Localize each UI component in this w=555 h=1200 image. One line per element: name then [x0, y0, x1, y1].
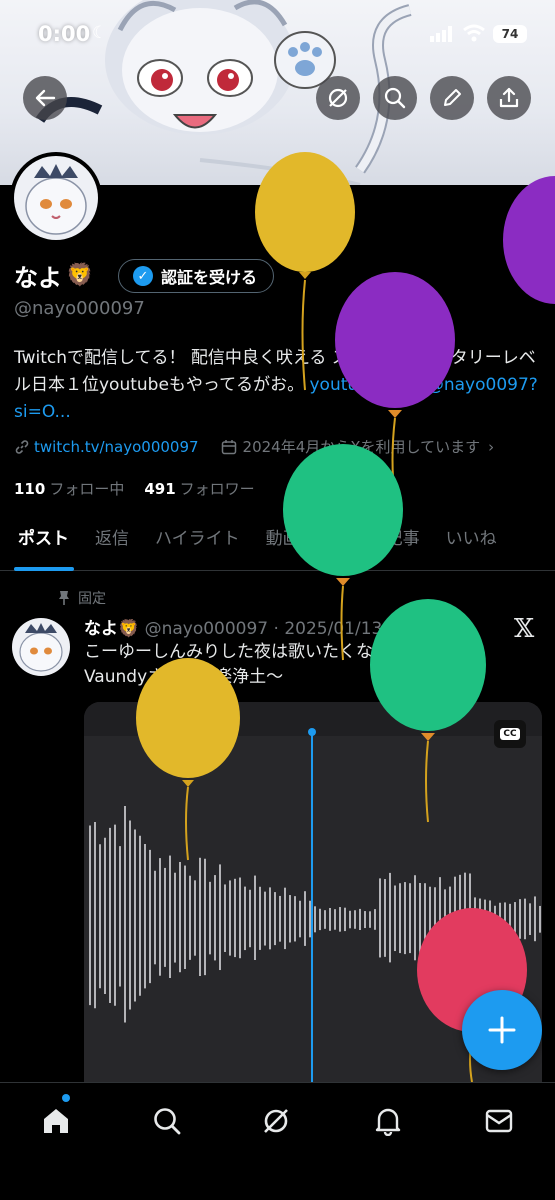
cc-icon: CC — [500, 728, 520, 740]
compose-post-button[interactable] — [462, 990, 542, 1070]
post-text-line: Vaundyさん〜極楽浄土〜 — [84, 667, 284, 687]
avatar-lion-image — [19, 623, 63, 672]
post-author-emoji: 🦁 — [118, 619, 140, 639]
profile-meta: twitch.tv/nayo000097 2024年4月からXを利用しています … — [14, 436, 494, 457]
signal-icon — [430, 26, 452, 42]
chevron-right-icon[interactable]: › — [488, 438, 494, 456]
post-handle-date: @nayo000097 · 2025/01/13 — [144, 619, 383, 639]
grok-button[interactable] — [316, 76, 360, 120]
pin-icon — [59, 591, 69, 605]
bottom-navigation — [0, 1082, 555, 1200]
display-name: なよ — [14, 264, 62, 292]
playhead-handle — [308, 728, 316, 736]
home-notification-dot — [62, 1094, 70, 1102]
link-icon — [15, 439, 29, 454]
wifi-icon — [463, 24, 485, 42]
avatar-lion-image — [25, 164, 87, 235]
profile-avatar[interactable] — [10, 152, 102, 244]
tab-posts[interactable]: ポスト — [0, 515, 82, 571]
post-author-name[interactable]: なよ — [84, 619, 118, 639]
lion-emoji: 🦁 — [66, 263, 94, 288]
profile-stats: 110 フォロー中 491 フォロワー — [14, 478, 255, 499]
pinned-label: 固定 — [78, 591, 106, 607]
search-icon — [384, 87, 406, 109]
back-button[interactable] — [23, 76, 67, 120]
tab-highlights[interactable]: ハイライト — [142, 515, 253, 571]
post-header: なよ🦁 @nayo000097 · 2025/01/13 — [84, 614, 382, 639]
bell-icon — [375, 1108, 401, 1136]
search-button[interactable] — [373, 76, 417, 120]
tab-likes[interactable]: いいね — [433, 515, 510, 571]
grok-icon — [264, 1109, 288, 1133]
post-text-line: こーゆーしんみりした夜は歌いたくなるよね… — [84, 642, 441, 662]
tab-replies[interactable]: 返信 — [82, 515, 142, 571]
verified-badge-icon: ✓ — [133, 266, 153, 286]
moon-icon: ☾ — [92, 23, 108, 43]
profile-handle: @nayo000097 — [14, 298, 145, 319]
search-icon — [154, 1108, 181, 1135]
share-icon — [499, 87, 519, 108]
pinned-indicator: 固定 — [58, 588, 106, 608]
tab-articles[interactable]: 記事 — [373, 515, 433, 571]
profile-name-row: なよ 🦁 — [14, 258, 93, 293]
tab-videos[interactable]: 動画 — [253, 515, 313, 571]
tab-images[interactable]: 画像 — [313, 515, 373, 571]
closed-captions-button[interactable]: CC — [494, 720, 526, 748]
following-link[interactable]: 110 フォロー中 — [14, 478, 124, 499]
nav-search[interactable] — [147, 1101, 187, 1141]
nav-notifications[interactable] — [368, 1101, 408, 1141]
edit-icon — [444, 89, 461, 106]
edit-button[interactable] — [430, 76, 474, 120]
mail-icon — [485, 1109, 513, 1133]
nav-messages[interactable] — [479, 1101, 519, 1141]
nav-home[interactable] — [36, 1101, 76, 1141]
back-arrow-icon — [35, 89, 56, 107]
nav-grok[interactable] — [256, 1101, 296, 1141]
post-author-avatar[interactable] — [12, 618, 70, 676]
balloon-purple-2 — [503, 176, 555, 304]
share-button[interactable] — [487, 76, 531, 120]
get-verified-label: 認証を受ける — [161, 268, 258, 287]
battery-indicator: 74 — [493, 25, 527, 43]
profile-bio: Twitchで配信してる！ 配信中良く吠える スモルダーマスタリーレベル日本１位… — [14, 345, 539, 426]
grok-icon — [328, 88, 348, 108]
calendar-icon — [221, 439, 236, 454]
get-verified-button[interactable]: ✓ 認証を受ける — [118, 259, 275, 293]
joined-date: 2024年4月からXを利用しています — [242, 438, 481, 456]
status-time: 0:00 — [38, 22, 91, 46]
website-link[interactable]: twitch.tv/nayo000097 — [34, 438, 199, 456]
profile-tabs: ポスト 返信 ハイライト 動画 画像 記事 いいね — [0, 515, 555, 571]
home-icon — [44, 1109, 68, 1133]
post-text: こーゆーしんみりした夜は歌いたくなるよね… Vaundyさん〜極楽浄土〜 — [84, 640, 524, 690]
plus-icon — [488, 1016, 516, 1044]
status-bar: 0:00 ☾ 74 — [0, 0, 555, 70]
followers-link[interactable]: 491 フォロワー — [144, 478, 254, 499]
